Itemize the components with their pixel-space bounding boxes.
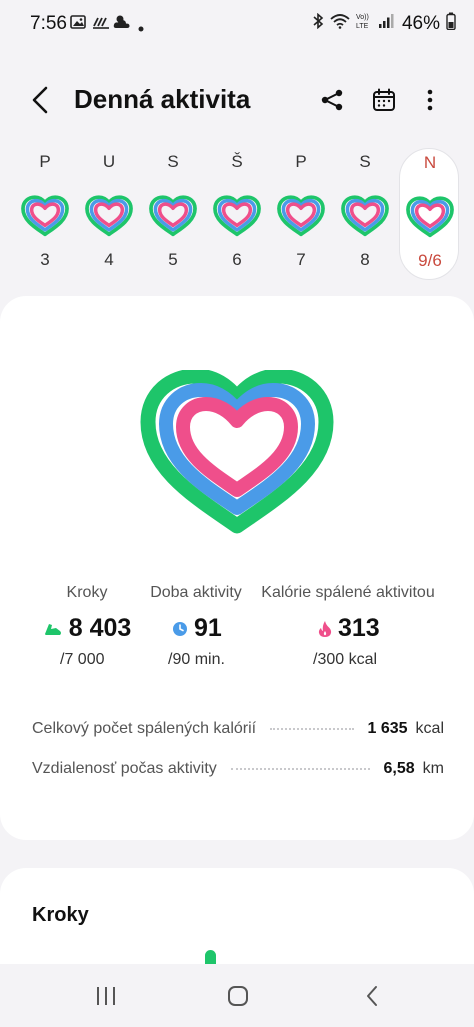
status-bar: 7:56 Vo)) LTE 46% [0,0,474,46]
stat-value: 313 [338,614,380,642]
section-title: Kroky [32,904,89,926]
back-button[interactable] [22,82,58,118]
detail-unit: km [422,760,444,777]
activity-heart-icon [406,196,454,238]
detail-row-distance: Vzdialenosť počas aktivity 6,58 km [32,757,444,781]
stat-goal: /7 000 [60,651,105,668]
day-item[interactable]: P 3 [15,148,75,280]
day-date: 3 [40,250,50,269]
home-icon [228,986,248,1006]
day-letter: P [295,152,307,171]
stat-label: Doba aktivity [150,584,242,601]
stat-value-row: 8 403 [42,614,132,643]
detail-value: 6,58 [383,760,415,777]
status-right: Vo)) LTE 46% [312,12,456,35]
dot-icon [138,19,144,37]
week-strip: P 3 U 4 S 5 Š 6 P 7 S 8 N 9/6 [14,148,460,280]
day-item[interactable]: Š 6 [207,148,267,280]
status-time: 7:56 [30,13,67,34]
stat-value: 8 403 [68,614,132,642]
cloud-icon [113,14,131,35]
detail-row-total-calories: Celkový počet spálených kalórií 1 635 kc… [32,717,444,741]
page-title: Denná aktivita [74,84,251,114]
day-item[interactable]: S 8 [335,148,395,280]
activity-heart-icon [341,195,389,237]
detail-label: Vzdialenosť počas aktivity [32,760,217,777]
activity-heart-icon [277,195,325,237]
activity-heart-icon [21,195,69,237]
stat-calories[interactable]: Kalórie spálené aktivitou 313 /300 kcal [258,584,438,669]
back-icon [367,986,377,1006]
summary-card: Kroky 8 403 /7 000 Doba aktivity 91 /90 … [0,296,474,840]
day-date: 7 [296,250,306,269]
day-date: 4 [104,250,114,269]
battery-percent: 46% [401,12,440,34]
share-icon [321,89,343,111]
day-item[interactable]: U 4 [79,148,139,280]
flame-icon [318,620,332,637]
volte-icon: Vo)) LTE [356,12,372,35]
weather-icon [92,14,110,35]
stat-value: 91 [194,614,222,642]
recents-button[interactable] [86,982,126,1010]
day-date: 6 [232,250,242,269]
more-icon [427,89,433,111]
stat-value-row: 313 [258,614,438,643]
bluetooth-icon [312,12,324,34]
activity-heart-icon [149,195,197,237]
app-bar: Denná aktivita [0,72,474,128]
day-letter: P [39,152,51,171]
back-arrow-icon [32,86,48,114]
stat-goal: /90 min. [168,651,225,668]
stat-value-row: 91 [146,614,246,643]
detail-unit: kcal [415,720,444,737]
activity-heart-icon [140,370,334,534]
stat-label: Kroky [66,584,108,601]
calendar-icon [373,88,395,111]
detail-label: Celkový počet spálených kalórií [32,720,257,737]
day-letter: U [102,152,116,171]
nav-back-button[interactable] [352,982,392,1010]
dotted-leader [270,728,354,730]
day-letter: Š [231,152,243,171]
clock-icon [173,621,187,636]
day-date: 9/6 [418,251,442,270]
dotted-leader [230,768,370,770]
svg-text:Vo)): Vo)) [356,14,369,21]
day-date: 8 [360,250,370,269]
day-item[interactable]: S 5 [143,148,203,280]
image-icon [70,14,86,35]
home-button[interactable] [218,982,258,1010]
stat-steps[interactable]: Kroky 8 403 /7 000 [42,584,132,669]
svg-text:LTE: LTE [356,23,369,30]
calendar-button[interactable] [366,82,402,118]
activity-heart-icon [85,195,133,237]
stat-goal: /300 kcal [313,651,378,668]
wifi-icon [330,13,350,34]
day-letter: S [359,152,371,171]
day-item[interactable]: P 7 [271,148,331,280]
activity-heart-icon [213,195,261,237]
shoe-icon [44,623,61,635]
signal-icon [378,13,394,34]
battery-icon [446,12,456,35]
stat-active-time[interactable]: Doba aktivity 91 /90 min. [146,584,246,669]
system-nav-bar [0,964,474,1027]
stat-label: Kalórie spálené aktivitou [261,584,435,601]
day-date: 5 [168,250,178,269]
recents-icon [97,987,115,1005]
more-options-button[interactable] [412,82,448,118]
day-item-selected[interactable]: N 9/6 [399,148,459,280]
day-letter: S [167,152,179,171]
share-button[interactable] [314,82,350,118]
day-letter: N [423,153,437,172]
detail-value: 1 635 [367,720,408,737]
